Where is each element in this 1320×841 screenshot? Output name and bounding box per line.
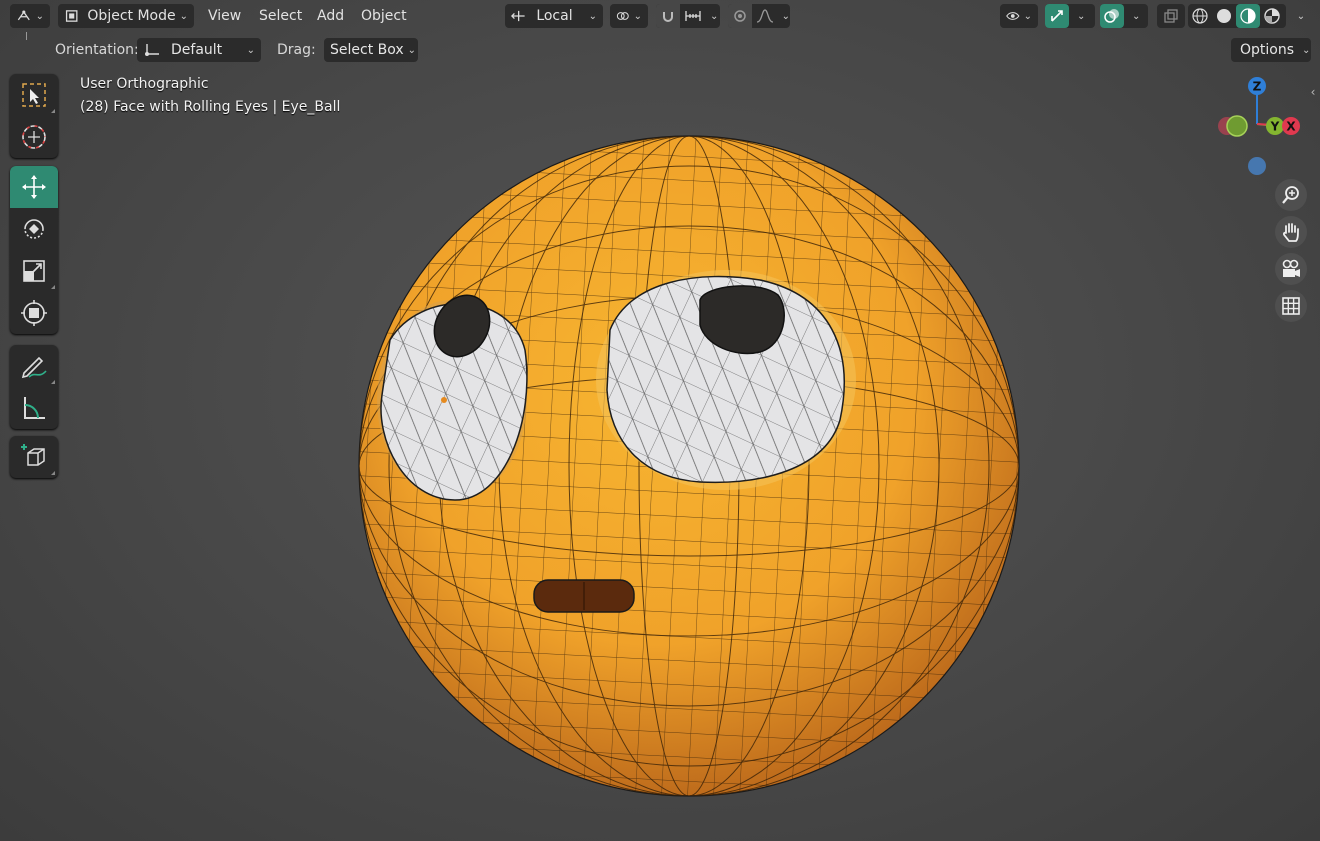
emoji-ball-mesh[interactable]	[0, 0, 1320, 841]
y-axis-label: Y	[1270, 120, 1280, 134]
ortho-toggle-button[interactable]	[1275, 290, 1307, 322]
zoom-button[interactable]	[1275, 179, 1307, 211]
camera-view-button[interactable]	[1275, 253, 1307, 285]
3d-viewport[interactable]: ⌄ Object Mode ⌄ View Select Add Object L…	[0, 0, 1320, 841]
right-eye	[596, 270, 856, 490]
neg-y-axis-handle[interactable]	[1226, 115, 1248, 137]
sidebar-toggle[interactable]: ‹	[1306, 82, 1320, 102]
zoom-icon	[1282, 186, 1299, 204]
neg-z-axis-handle[interactable]	[1248, 157, 1266, 175]
hand-icon	[1283, 223, 1299, 242]
chevron-left-icon: ‹	[1310, 85, 1316, 99]
mouth	[533, 579, 635, 613]
x-axis-label: X	[1286, 120, 1296, 134]
pan-button[interactable]	[1275, 216, 1307, 248]
navigation-gizmo[interactable]: Z Y X	[1205, 72, 1315, 182]
camera-icon	[1282, 259, 1300, 277]
right-pupil	[699, 285, 785, 355]
grid-icon	[1282, 297, 1300, 315]
z-axis-label: Z	[1253, 80, 1262, 94]
